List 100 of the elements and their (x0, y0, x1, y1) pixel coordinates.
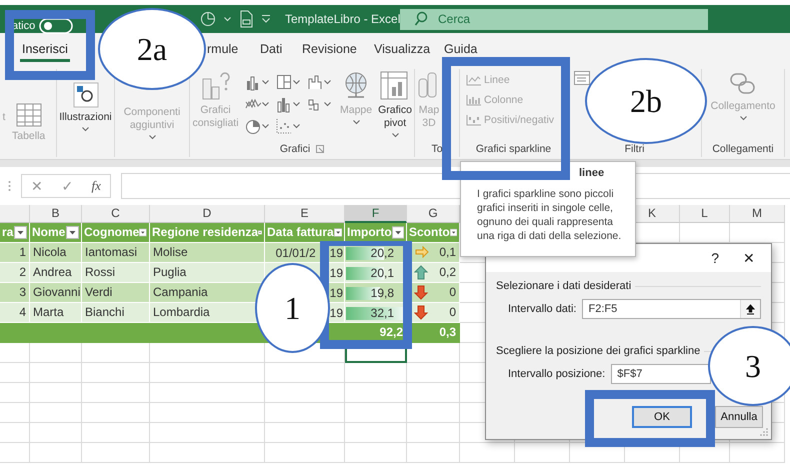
ok-button[interactable]: OK (632, 406, 692, 428)
document-icon[interactable] (239, 10, 253, 28)
pie-chart-icon[interactable] (200, 11, 216, 27)
cell-text: 0,1 (439, 244, 456, 261)
chart-icon (276, 118, 292, 134)
caret-icon (224, 16, 231, 22)
group-label: Filtri (624, 142, 644, 154)
header-label: Cognome (84, 224, 140, 241)
table-cell: Nicola (30, 243, 82, 263)
caret-icon (293, 80, 300, 84)
cell-text: 19 (330, 285, 343, 302)
sheet-cell (30, 383, 82, 403)
caret-icon (82, 127, 89, 132)
sheet-cell (0, 423, 30, 443)
table-cell: Molise (150, 243, 265, 263)
cell-text: 20,2 (370, 246, 394, 260)
section-heading: Selezionare i dati desiderati (496, 280, 761, 293)
resize-grip-icon (760, 428, 768, 436)
close-button[interactable]: ✕ (739, 250, 759, 266)
column-header[interactable]: D (150, 205, 265, 223)
header-label: Data fattura (267, 224, 334, 241)
sheet-cell (30, 423, 82, 443)
table-cell: Rossi (82, 263, 150, 283)
sheet-cell (82, 423, 150, 443)
search-field[interactable]: Cerca (400, 8, 708, 30)
column-header[interactable]: B (30, 205, 82, 223)
drag-handle-icon (8, 180, 11, 192)
ribbon-tab[interactable]: Inserisci (20, 39, 70, 62)
table-cell: Andrea (30, 263, 82, 283)
customize-icon[interactable] (261, 14, 271, 24)
ribbon-tab[interactable]: rmule (205, 39, 240, 62)
table-cell: Giovanni (30, 283, 82, 303)
collapse-button[interactable] (740, 300, 760, 318)
header-label: Importo (347, 224, 392, 241)
tooltip-text: I grafici sparkline sono piccoli grafici inseriti in singole celle, ognuno dei quali rappresenta una riga di dati della selezione. (477, 187, 622, 243)
cell-text: 0 (449, 284, 456, 301)
header-label: ra (2, 224, 14, 241)
sheet-cell (680, 443, 730, 463)
column-header[interactable]: F (345, 205, 407, 223)
cancel-button[interactable]: Annulla (715, 406, 763, 428)
caret-icon (293, 102, 300, 106)
table-cell: Puglia (150, 263, 265, 283)
sheet-cell (82, 443, 150, 463)
group-label: Grafici (280, 142, 310, 154)
table-cell: 1 (0, 243, 30, 263)
arrow-up-icon (414, 265, 429, 280)
column-chart-icon (466, 94, 482, 106)
sheet-cell (0, 443, 30, 463)
link-icon (729, 71, 757, 97)
table-cell: Iantomasi (82, 243, 150, 263)
header-label: Sconto (409, 224, 450, 241)
chart-icon (245, 118, 261, 134)
sheet-cell (515, 443, 570, 463)
caret-icon (262, 102, 269, 106)
arrow-up-icon (746, 304, 755, 314)
column-header[interactable]: M (730, 205, 785, 223)
insert-function-button[interactable]: fx (90, 178, 103, 194)
filter-dropdown-button[interactable] (392, 226, 404, 239)
ribbon-tab[interactable]: Revisione (300, 39, 359, 62)
dialog-launcher-icon[interactable] (316, 144, 324, 152)
table-cell: Bianchi (82, 303, 150, 323)
table-cell: Marta (30, 303, 82, 323)
filter-dropdown-button[interactable] (14, 226, 27, 239)
caret-icon (740, 116, 746, 121)
cell-text: 0 (449, 304, 456, 321)
header-label: Regione residenza (152, 224, 258, 241)
slicer-button[interactable] (574, 71, 590, 85)
sheet-cell (0, 383, 30, 403)
sheet-cell (0, 363, 30, 383)
filter-dropdown-button[interactable] (66, 226, 79, 239)
help-button[interactable]: ? (707, 250, 723, 266)
ribbon-tab[interactable]: Visualizza (372, 39, 432, 62)
slicer-icon (574, 71, 590, 85)
sheet-cell (30, 343, 82, 363)
input-field[interactable]: $F$7 (611, 364, 712, 384)
column-header[interactable]: C (82, 205, 150, 223)
sheet-cell (407, 423, 460, 443)
column-header[interactable]: G (407, 205, 460, 223)
tooltip-title: linee (578, 167, 606, 179)
column-header[interactable]: L (680, 205, 730, 223)
sheet-cell (407, 443, 460, 463)
ribbon-tab[interactable]: Guida (442, 39, 480, 62)
filter-dropdown-button[interactable] (334, 226, 342, 239)
caret-icon (324, 102, 331, 106)
sheet-cell (30, 403, 82, 423)
input-field[interactable]: F2:F5 (582, 299, 761, 319)
ribbon-button[interactable]: Grafico pivot (376, 71, 414, 138)
sheet-cell (82, 403, 150, 423)
caret-icon (148, 135, 156, 140)
group-label: Grafici sparkline (476, 142, 552, 154)
ribbon-tab[interactable]: Dati (258, 39, 284, 62)
field-label: Intervallo posizione: (508, 368, 606, 380)
filter-dropdown-button[interactable] (450, 226, 457, 239)
filter-dropdown-button[interactable] (139, 226, 147, 239)
caret-icon (293, 124, 300, 128)
column-header[interactable]: E (265, 205, 345, 223)
toggle-switch[interactable] (39, 18, 74, 34)
search-icon (414, 10, 428, 26)
arrow-down-icon (414, 305, 429, 320)
cell-text: 01/01/2 (276, 245, 316, 262)
